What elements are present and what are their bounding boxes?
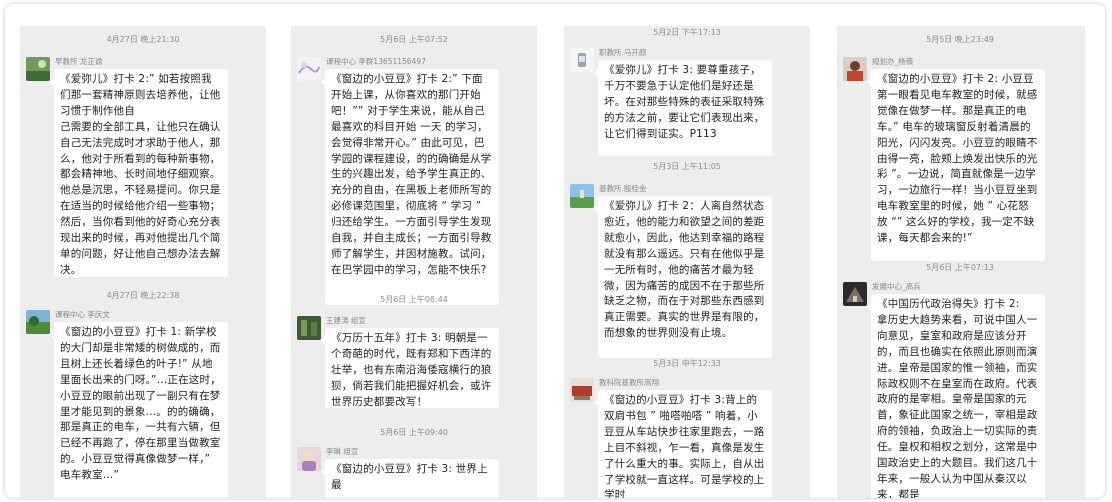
avatar xyxy=(570,48,594,72)
avatar xyxy=(297,316,321,340)
sender-name: 课程中心 李群13651156497 xyxy=(326,57,426,66)
message-bubble[interactable]: 《爱弥儿》打卡 2：人离自然状态愈近，他的能力和欲望之间的差距就愈小，因此，他达… xyxy=(594,196,772,358)
avatar xyxy=(570,184,594,208)
chat-panel-1: 4月27日 晚上21:30 早教所 龙正谕 《爱弥儿》打卡 2:” 如若按照我们… xyxy=(20,26,266,498)
message-timestamp: 4月27日 晚上22:38 xyxy=(106,291,180,300)
message-timestamp: 5月6日 上午07:52 xyxy=(380,35,448,44)
message-timestamp: 5月6日 上午07:13 xyxy=(926,263,994,272)
message-bubble[interactable]: 《窗边的小豆豆》打卡 2:” 下面开始上课，从你喜欢的那门开始吧！”” 对于学生… xyxy=(321,69,499,305)
chat-panel-3: 5月2日 下午17:13 职教所 马开颜 《爱弥儿》打卡 3: 要尊重孩子，千万… xyxy=(564,26,810,498)
message-timestamp: 5月3日 上午11:05 xyxy=(653,162,721,171)
sender-name: 李琳 组宣 xyxy=(326,447,359,456)
sender-name: 基教所 殷桂金 xyxy=(599,184,647,193)
avatar xyxy=(26,310,50,334)
screenshot-collage: 4月27日 晚上21:30 早教所 龙正谕 《爱弥儿》打卡 2:” 如若按照我们… xyxy=(5,4,1105,498)
avatar xyxy=(843,57,867,81)
message-bubble[interactable]: 《窗边的小豆豆》打卡 3:背上的双肩书包 ” 啪嗒啪嗒 ” 响着，小豆豆从车站快… xyxy=(594,390,772,498)
message-bubble[interactable]: 《窗边的小豆豆》打卡 2: 小豆豆第一眼看见电车教室的时候，就感觉像在做梦一样。… xyxy=(867,69,1045,261)
message-timestamp: 5月6日 上午09:40 xyxy=(380,428,448,437)
avatar xyxy=(843,282,867,306)
sender-name: 王建涛 组宣 xyxy=(326,316,366,325)
sender-name: 发展中心_高兵 xyxy=(872,282,921,291)
sender-name: 规划办_杨薇 xyxy=(872,57,914,66)
message-timestamp: 5月5日 晚上23:49 xyxy=(926,35,994,44)
message-timestamp: 5月3日 中午12:33 xyxy=(653,359,721,368)
avatar xyxy=(26,57,50,81)
message-timestamp: 5月6日 上午08:44 xyxy=(380,295,448,304)
chat-panel-2: 5月6日 上午07:52 课程中心 李群13651156497 《窗边的小豆豆》… xyxy=(291,26,537,498)
sender-name: 课程中心 李庆文 xyxy=(55,310,110,319)
message-bubble[interactable]: 《万历十五年》打卡 3: 明朝是一个奇葩的时代，既有郑和下西洋的壮举，也有东南沿… xyxy=(321,328,499,408)
message-bubble[interactable]: 《窗边的小豆豆》打卡 3: 世界上最 xyxy=(321,459,499,498)
message-timestamp: 4月27日 晚上21:30 xyxy=(106,35,180,44)
avatar xyxy=(297,447,321,471)
message-timestamp: 5月2日 下午17:13 xyxy=(653,28,721,37)
message-bubble[interactable]: 《爱弥儿》打卡 2:” 如若按照我们那一套精神原则去培养他，让他习惯于制作他自 … xyxy=(50,69,228,277)
message-bubble[interactable]: 《爱弥儿》打卡 3: 要尊重孩子，千万不要急于认定他们是好还是坏。在对那些特殊的… xyxy=(594,60,772,156)
avatar xyxy=(297,57,321,81)
avatar xyxy=(570,378,594,402)
chat-panel-4: 5月5日 晚上23:49 规划办_杨薇 《窗边的小豆豆》打卡 2: 小豆豆第一眼… xyxy=(837,26,1085,498)
sender-name: 早教所 龙正谕 xyxy=(55,57,103,66)
sender-name: 职教所 马开颜 xyxy=(599,48,647,57)
message-bubble[interactable]: 《中国历代政治得失》打卡 2: 拿历史大趋势来看，可说中国人一向意见，皇室和政府… xyxy=(867,294,1045,498)
sender-name: 教科院基教所高翔 xyxy=(599,378,659,387)
message-bubble[interactable]: 《窗边的小豆豆》打卡 1: 新学校的大门却是非常矮的树做成的，而且树上还长着绿色… xyxy=(50,322,228,498)
